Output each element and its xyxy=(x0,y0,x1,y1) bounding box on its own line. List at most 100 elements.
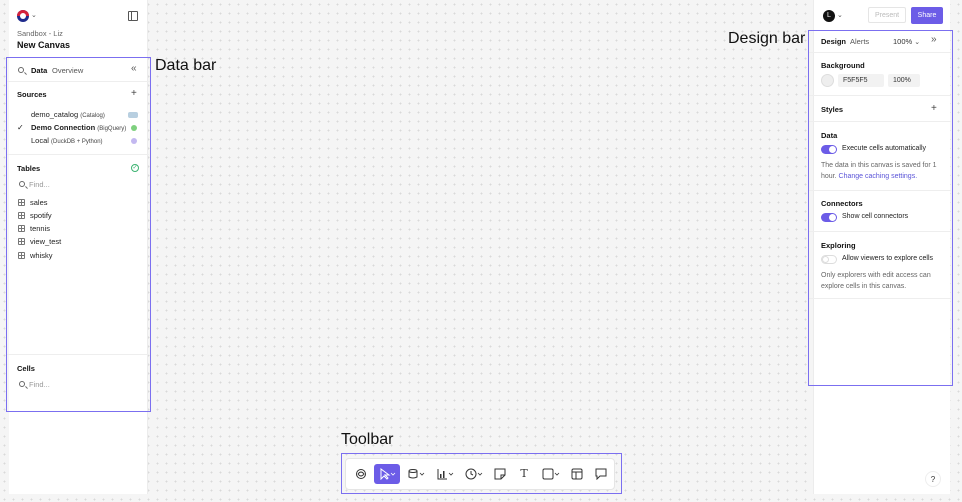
toggle-knob xyxy=(829,146,836,153)
source-tag: (DuckDB + Python) xyxy=(51,139,103,145)
connectors-toggle[interactable] xyxy=(821,213,837,222)
toggle-knob xyxy=(829,214,836,221)
table-name: view_test xyxy=(30,237,62,246)
table-icon xyxy=(18,225,25,232)
tables-synced-icon: ✓ xyxy=(131,164,139,172)
design-bar-label: Design bar xyxy=(728,30,806,47)
ai-icon[interactable] xyxy=(352,464,370,484)
table-name: spotify xyxy=(30,211,52,220)
zoom-value: 100% xyxy=(893,37,913,46)
table-item[interactable]: whisky xyxy=(17,251,137,261)
connectors-label: Show cell connectors xyxy=(842,213,909,220)
sticky-note-icon[interactable] xyxy=(491,464,509,484)
avatar[interactable]: L xyxy=(823,10,835,22)
chevron-down-icon[interactable]: ⌄ xyxy=(837,11,843,19)
data-bar-label: Data bar xyxy=(155,57,217,74)
tables-find-input[interactable]: Find... xyxy=(29,180,50,189)
caching-settings-link[interactable]: Change caching settings. xyxy=(839,173,918,180)
help-button[interactable]: ? xyxy=(925,471,941,487)
add-style-icon[interactable]: + xyxy=(931,104,937,114)
search-icon xyxy=(19,381,25,387)
divider xyxy=(809,190,951,191)
frame-icon[interactable] xyxy=(568,464,586,484)
source-name: demo_catalog xyxy=(31,110,79,119)
source-tag: (BigQuery) xyxy=(97,126,127,132)
table-item[interactable]: sales xyxy=(17,198,137,208)
table-name: whisky xyxy=(30,251,53,260)
cells-find-input[interactable]: Find... xyxy=(29,380,50,389)
canvas-title[interactable]: New Canvas xyxy=(17,40,70,50)
present-button[interactable]: Present xyxy=(868,7,906,23)
breadcrumb[interactable]: Sandbox - Liz xyxy=(17,29,63,38)
source-item[interactable]: ✓ Demo Connection (BigQuery) xyxy=(17,123,142,133)
connectors-title: Connectors xyxy=(821,199,863,208)
background-title: Background xyxy=(821,61,865,70)
exploring-label: Allow viewers to explore cells xyxy=(842,255,934,262)
cells-title: Cells xyxy=(17,364,35,373)
divider xyxy=(809,95,951,96)
divider xyxy=(7,354,149,355)
source-item[interactable]: Local (DuckDB + Python) xyxy=(17,136,142,146)
execute-label: Execute cells automatically xyxy=(842,145,927,152)
table-icon xyxy=(18,252,25,259)
collapse-left-icon[interactable]: « xyxy=(131,63,137,74)
source-item[interactable]: demo_catalog (Catalog) xyxy=(17,110,142,120)
tab-data[interactable]: Data xyxy=(31,66,47,75)
toolbar-label: Toolbar xyxy=(341,431,394,448)
source-name: Local xyxy=(31,136,49,145)
local-status-icon xyxy=(131,138,137,144)
data-bar-tabs: Data Overview « xyxy=(7,58,150,82)
sources-title: Sources xyxy=(17,90,47,99)
app-logo-icon[interactable] xyxy=(17,10,29,22)
styles-title: Styles xyxy=(821,105,844,114)
execute-toggle[interactable] xyxy=(821,145,837,154)
text-icon[interactable]: T xyxy=(515,464,533,484)
divider xyxy=(809,298,951,299)
data-bar: Data Overview « Sources + demo_catalog (… xyxy=(6,57,151,412)
source-tag: (Catalog) xyxy=(80,113,105,119)
search-icon[interactable] xyxy=(18,67,24,73)
tab-alerts[interactable]: Alerts xyxy=(850,37,869,46)
background-color-swatch[interactable] xyxy=(821,74,834,87)
chevron-down-icon[interactable]: ⌄ xyxy=(31,11,37,19)
share-button[interactable]: Share xyxy=(911,7,943,24)
exploring-title: Exploring xyxy=(821,241,856,250)
table-name: sales xyxy=(30,198,48,207)
table-item[interactable]: tennis xyxy=(17,224,137,234)
table-icon xyxy=(18,212,25,219)
table-item[interactable]: view_test xyxy=(17,237,137,247)
chevron-down-icon: ⌄ xyxy=(914,39,921,46)
table-name: tennis xyxy=(30,224,51,233)
table-item[interactable]: spotify xyxy=(17,211,137,221)
layout-toggle-icon[interactable] xyxy=(128,11,138,21)
divider xyxy=(809,52,951,53)
source-name: Demo Connection xyxy=(31,123,96,132)
exploring-toggle[interactable] xyxy=(821,255,837,264)
tables-title: Tables xyxy=(17,164,41,173)
table-icon xyxy=(18,238,25,245)
search-icon xyxy=(19,181,25,187)
catalog-status-icon xyxy=(128,112,138,118)
data-section-title: Data xyxy=(821,131,838,140)
collapse-right-icon[interactable]: » xyxy=(931,34,937,45)
divider xyxy=(809,121,951,122)
divider xyxy=(7,154,149,155)
checkmark-icon: ✓ xyxy=(17,123,24,132)
chart-icon[interactable] xyxy=(434,464,456,484)
zoom-select[interactable]: 100% ⌄ xyxy=(893,37,920,46)
cache-description: The data in this canvas is saved for 1 h… xyxy=(821,160,943,182)
background-color-input[interactable]: F5F5F5 xyxy=(838,74,884,87)
exploring-description: Only explorers with edit access can expl… xyxy=(821,272,931,290)
add-source-icon[interactable]: + xyxy=(131,89,137,99)
background-opacity-input[interactable]: 100% xyxy=(888,74,920,87)
clock-icon[interactable] xyxy=(463,464,485,484)
database-icon[interactable] xyxy=(405,464,427,484)
shape-icon[interactable] xyxy=(540,464,562,484)
tab-overview[interactable]: Overview xyxy=(52,66,83,75)
comment-icon[interactable] xyxy=(592,464,610,484)
divider xyxy=(809,231,951,232)
tab-design[interactable]: Design xyxy=(821,37,846,46)
pointer-icon[interactable] xyxy=(374,464,400,484)
toggle-knob xyxy=(822,256,829,263)
design-bar: Design Alerts 100% ⌄ » Background F5F5F5… xyxy=(808,30,953,386)
